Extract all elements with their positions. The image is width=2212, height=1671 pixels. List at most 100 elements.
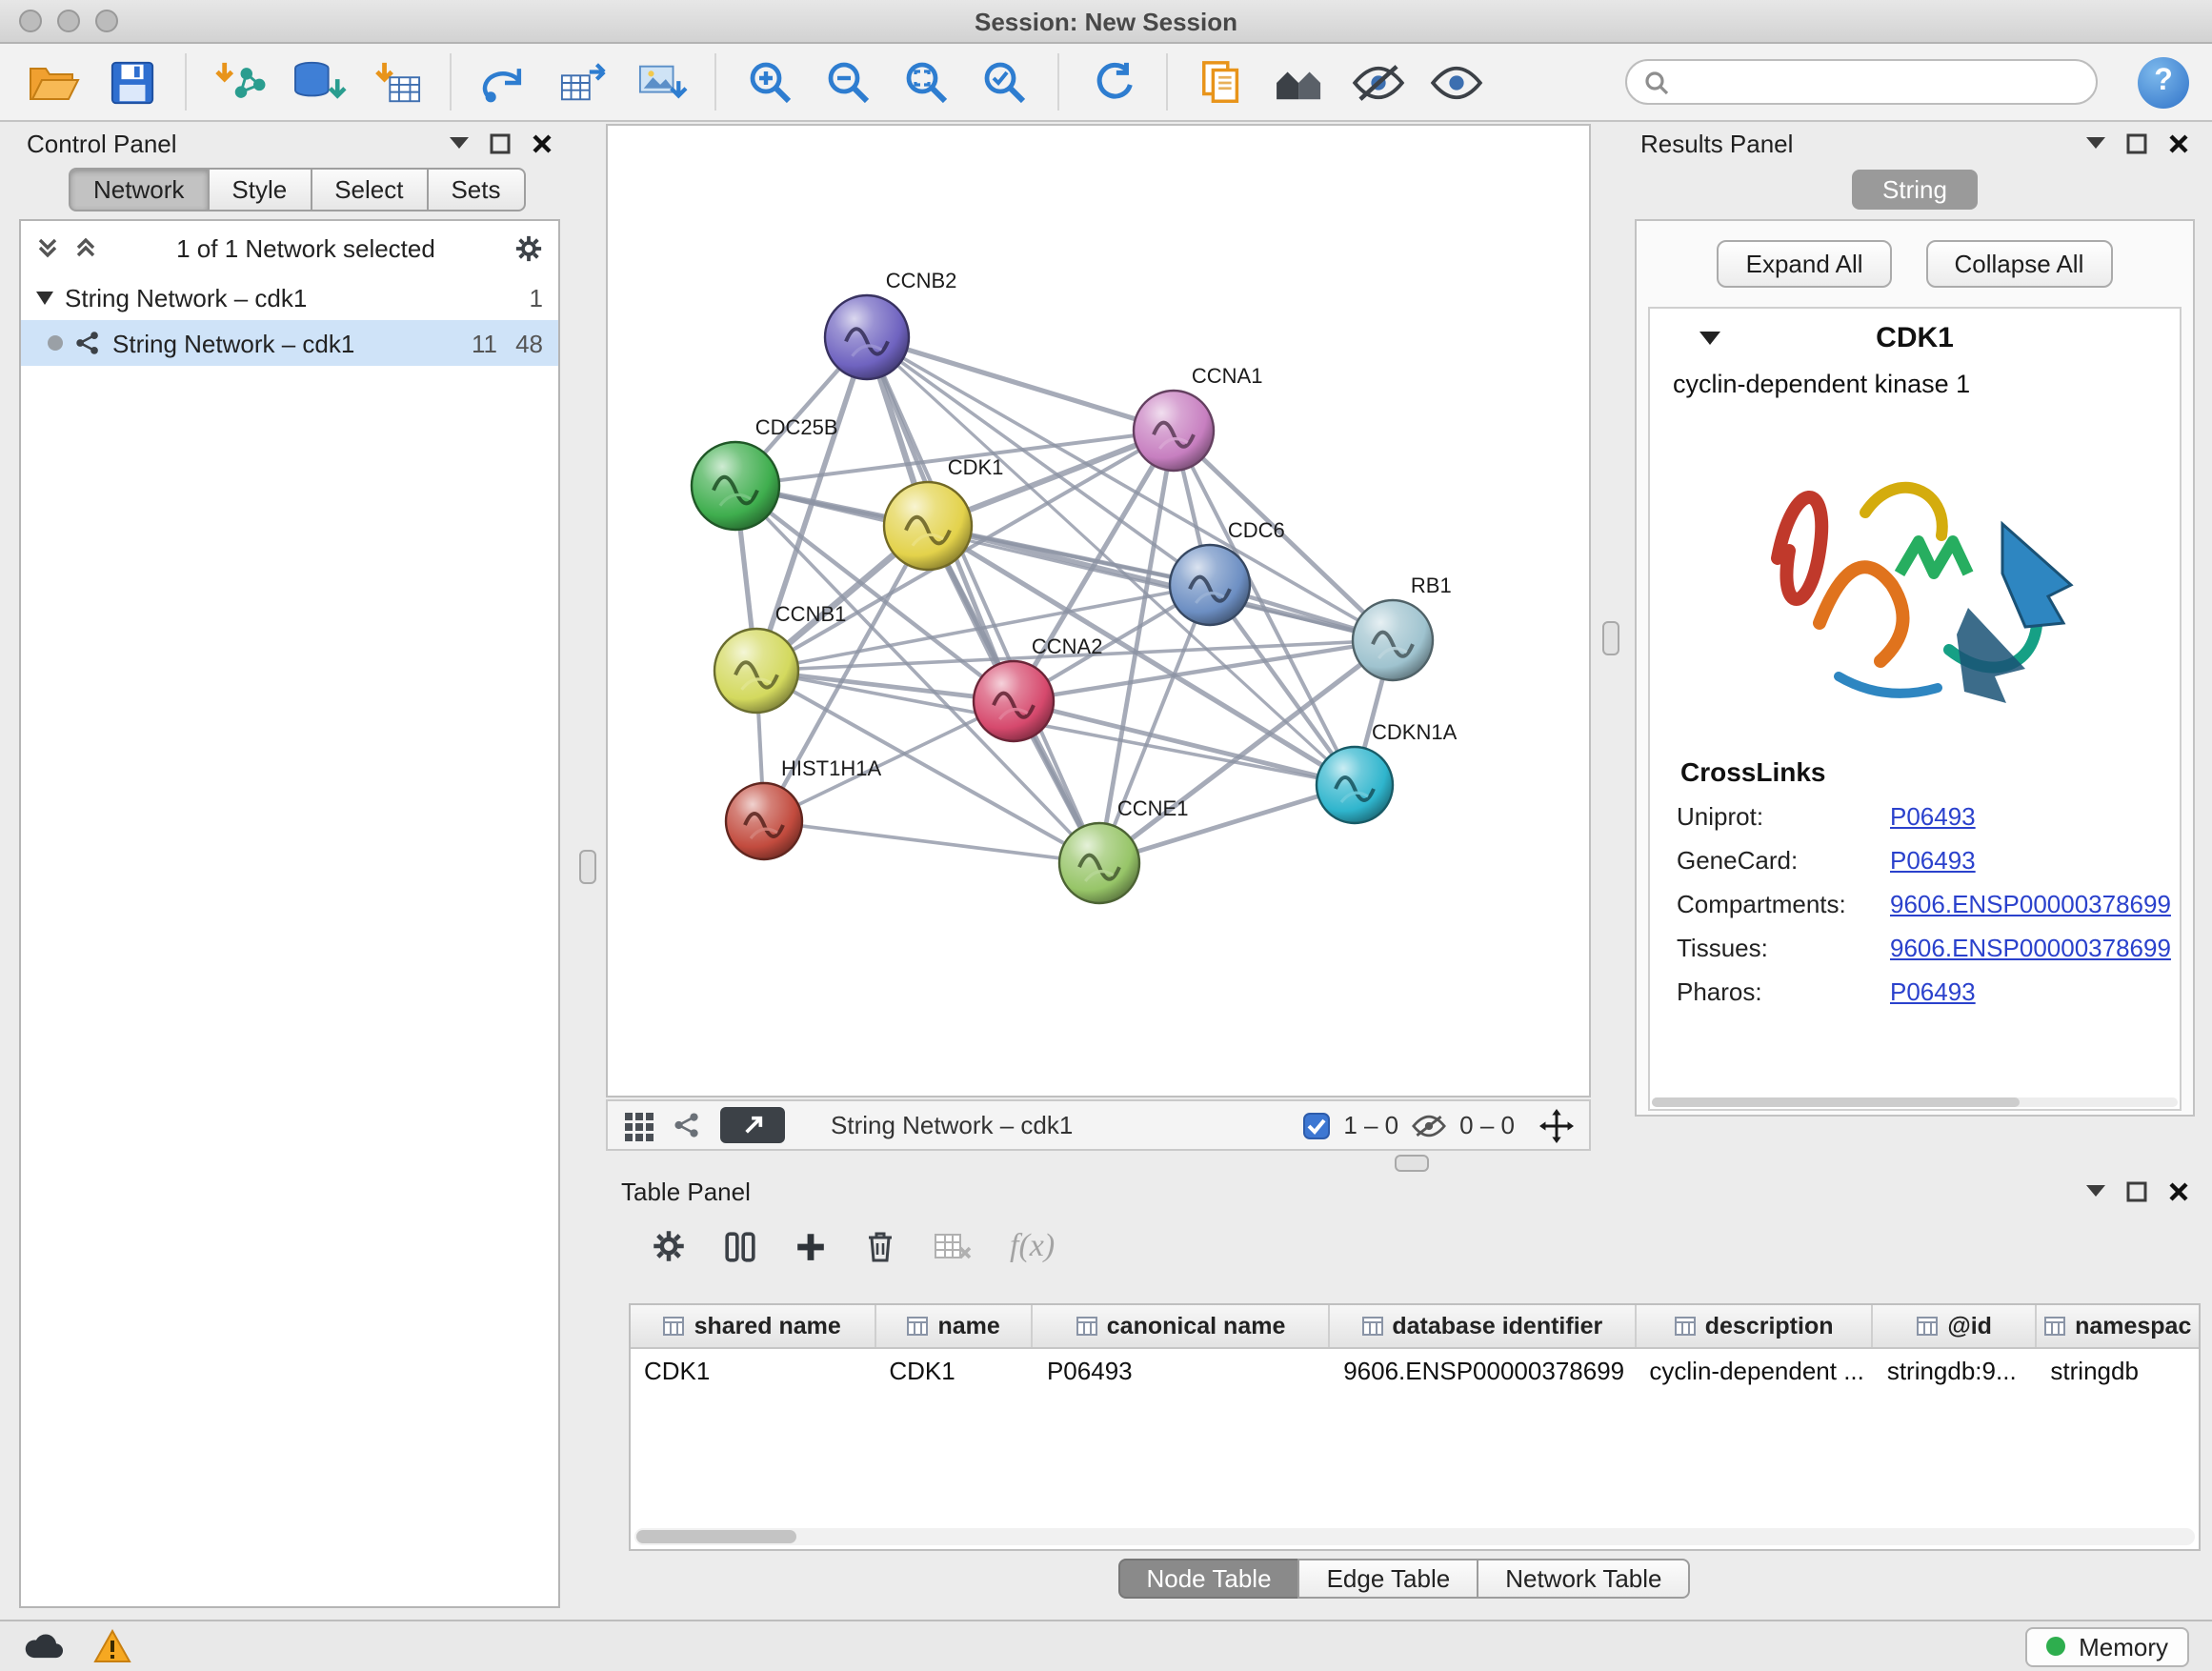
network-node-CCNB2[interactable]: CCNB2: [825, 269, 956, 379]
cell-database-identifier[interactable]: 9606.ENSP00000378699: [1330, 1356, 1636, 1384]
cell-namespace[interactable]: stringdb: [2037, 1356, 2199, 1384]
float-panel-icon[interactable]: [490, 132, 511, 153]
open-in-new-window-button[interactable]: [720, 1107, 785, 1143]
table-horizontal-scrollbar[interactable]: [634, 1528, 2195, 1545]
minimize-window-button[interactable]: [57, 10, 80, 32]
cell-name[interactable]: CDK1: [875, 1356, 1034, 1384]
network-edge-CCNB2-CCNE1[interactable]: [867, 337, 1099, 863]
table-settings-gear-icon[interactable]: [652, 1229, 686, 1263]
network-collection-row[interactable]: String Network – cdk1 1: [21, 274, 558, 320]
close-panel-icon[interactable]: [2168, 132, 2189, 153]
first-neighbors-icon[interactable]: [1269, 51, 1330, 112]
column-header-database-identifier[interactable]: database identifier: [1330, 1305, 1636, 1347]
column-header-id[interactable]: @id: [1874, 1305, 2038, 1347]
share-network-icon[interactable]: [673, 1111, 701, 1139]
tab-network[interactable]: Network: [69, 168, 209, 211]
tab-edge-table[interactable]: Edge Table: [1298, 1559, 1479, 1599]
crosslink-tissues-link[interactable]: 9606.ENSP00000378699: [1890, 934, 2171, 962]
add-column-icon[interactable]: [794, 1230, 827, 1262]
pan-crosshair-icon[interactable]: [1539, 1108, 1574, 1142]
search-input[interactable]: [1680, 66, 2079, 98]
close-window-button[interactable]: [19, 10, 42, 32]
zoom-window-button[interactable]: [95, 10, 118, 32]
hidden-eye-icon[interactable]: [1412, 1114, 1446, 1137]
collapse-all-button[interactable]: Collapse All: [1926, 240, 2113, 288]
export-table-icon[interactable]: [553, 51, 613, 112]
network-canvas[interactable]: CCNB2CCNA1CDC25BCDK1CDC6RB1CCNB1CCNA2CDK…: [606, 124, 1591, 1097]
column-header-description[interactable]: description: [1636, 1305, 1873, 1347]
import-network-database-icon[interactable]: [288, 51, 349, 112]
results-scrollbar[interactable]: [1652, 1097, 2178, 1107]
right-splitter-handle[interactable]: [1602, 621, 1619, 655]
column-header-canonical-name[interactable]: canonical name: [1034, 1305, 1330, 1347]
expand-all-icon[interactable]: [74, 236, 97, 259]
zoom-fit-icon[interactable]: [895, 51, 956, 112]
expand-triangle-icon[interactable]: [36, 289, 53, 306]
import-network-file-icon[interactable]: [210, 51, 271, 112]
crosslink-pharos-link[interactable]: P06493: [1890, 977, 2171, 1006]
open-session-icon[interactable]: [23, 51, 84, 112]
network-edge-CCNB2-CCNA1[interactable]: [867, 337, 1174, 431]
tab-style[interactable]: Style: [207, 168, 312, 211]
collapse-card-icon[interactable]: [1699, 332, 1720, 347]
new-network-icon[interactable]: [474, 51, 535, 112]
network-node-HIST1H1A[interactable]: HIST1H1A: [726, 756, 881, 859]
table-row[interactable]: CDK1 CDK1 P06493 9606.ENSP00000378699 cy…: [631, 1349, 2199, 1391]
network-node-CDK1[interactable]: CDK1: [884, 455, 1003, 570]
show-all-icon[interactable]: [1425, 51, 1486, 112]
panel-menu-icon[interactable]: [2086, 136, 2105, 150]
close-panel-icon[interactable]: [532, 132, 553, 153]
network-edge-CDK1-RB1[interactable]: [928, 526, 1393, 640]
birdseye-grid-icon[interactable]: [623, 1110, 654, 1140]
column-header-shared-name[interactable]: shared name: [631, 1305, 875, 1347]
zoom-in-icon[interactable]: [739, 51, 800, 112]
help-button[interactable]: ?: [2138, 56, 2189, 108]
import-table-icon[interactable]: [366, 51, 427, 112]
warning-icon[interactable]: [93, 1629, 131, 1663]
column-header-namespace[interactable]: namespac: [2037, 1305, 2199, 1347]
left-splitter-handle[interactable]: [579, 850, 596, 884]
zoom-selected-icon[interactable]: [974, 51, 1035, 112]
results-scrollbar-thumb[interactable]: [1652, 1097, 2020, 1107]
hide-selected-icon[interactable]: [1347, 51, 1408, 112]
tab-node-table[interactable]: Node Table: [1117, 1559, 1299, 1599]
cloud-icon[interactable]: [23, 1633, 63, 1660]
cell-canonical-name[interactable]: P06493: [1034, 1356, 1330, 1384]
network-node-CDKN1A[interactable]: CDKN1A: [1317, 720, 1458, 823]
float-panel-icon[interactable]: [2126, 132, 2147, 153]
network-node-RB1[interactable]: RB1: [1353, 574, 1452, 680]
save-session-icon[interactable]: [101, 51, 162, 112]
export-image-icon[interactable]: [631, 51, 692, 112]
network-node-CCNA1[interactable]: CCNA1: [1134, 364, 1262, 471]
search-box[interactable]: [1625, 59, 2098, 105]
cell-id[interactable]: stringdb:9...: [1874, 1356, 2038, 1384]
table-scrollbar-thumb[interactable]: [636, 1530, 796, 1543]
crosslink-genecard-link[interactable]: P06493: [1890, 846, 2171, 875]
selected-checkbox-icon[interactable]: [1303, 1112, 1330, 1138]
tab-string[interactable]: String: [1852, 170, 1978, 210]
show-columns-icon[interactable]: [724, 1230, 756, 1262]
delete-column-trash-icon[interactable]: [865, 1229, 895, 1263]
crosslink-compartments-link[interactable]: 9606.ENSP00000378699: [1890, 890, 2171, 918]
network-row[interactable]: String Network – cdk1 11 48: [21, 320, 558, 366]
network-node-CDC25B[interactable]: CDC25B: [692, 415, 838, 530]
apply-layout-icon[interactable]: [1082, 51, 1143, 112]
cell-description[interactable]: cyclin-dependent ...: [1636, 1356, 1873, 1384]
network-edge-HIST1H1A-CCNE1[interactable]: [764, 821, 1099, 863]
expand-all-button[interactable]: Expand All: [1718, 240, 1892, 288]
crosslink-uniprot-link[interactable]: P06493: [1890, 802, 2171, 831]
tab-select[interactable]: Select: [310, 168, 428, 211]
gear-icon[interactable]: [514, 233, 543, 262]
cell-shared-name[interactable]: CDK1: [631, 1356, 875, 1384]
panel-menu-icon[interactable]: [2086, 1184, 2105, 1198]
column-header-name[interactable]: name: [875, 1305, 1034, 1347]
zoom-out-icon[interactable]: [817, 51, 878, 112]
collapse-all-icon[interactable]: [36, 236, 59, 259]
float-panel-icon[interactable]: [2126, 1180, 2147, 1201]
memory-button[interactable]: Memory: [2025, 1626, 2189, 1666]
panel-menu-icon[interactable]: [450, 136, 469, 150]
tab-network-table[interactable]: Network Table: [1477, 1559, 1690, 1599]
close-panel-icon[interactable]: [2168, 1180, 2189, 1201]
copy-document-icon[interactable]: [1191, 51, 1252, 112]
tab-sets[interactable]: Sets: [426, 168, 525, 211]
